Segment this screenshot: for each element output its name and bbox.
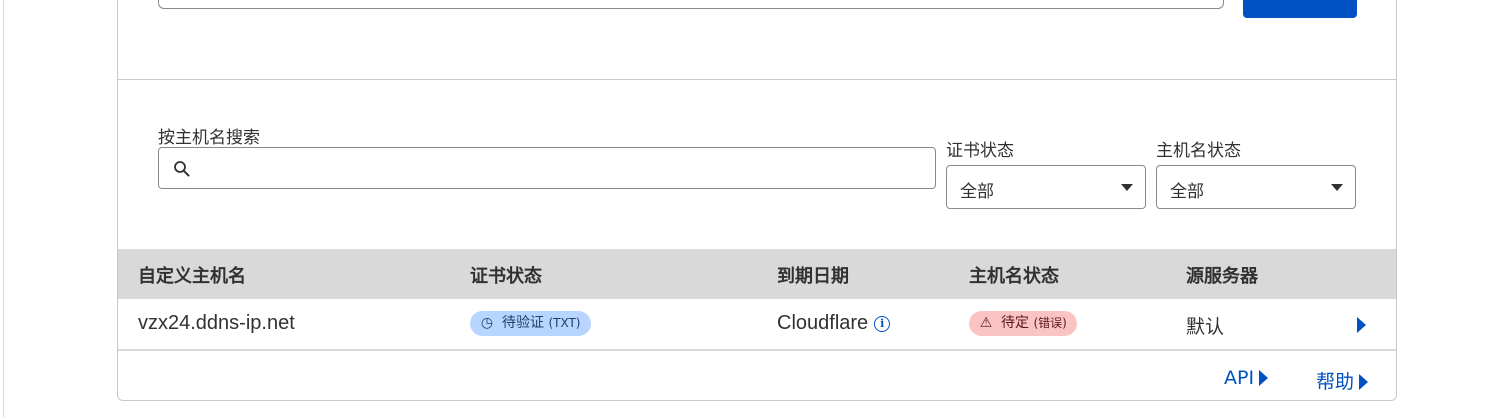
- hostname-status-filter-label: 主机名状态: [1156, 141, 1241, 161]
- hostname-status-detail: (错误): [1033, 316, 1067, 330]
- hostname-status-text: 待定: [1001, 315, 1029, 331]
- chevron-right-icon: [1359, 374, 1369, 390]
- cert-status-badge: ◷ 待验证 (TXT): [470, 311, 591, 336]
- search-icon: [174, 161, 190, 177]
- cert-status-detail: (TXT): [548, 316, 581, 330]
- custom-hostnames-card: 添加 按主机名搜索 证书状态 全部 主机名状态 全部 自定义主机名 证书状态 到…: [117, 0, 1397, 401]
- search-field[interactable]: [158, 147, 936, 189]
- api-link-label: API: [1224, 367, 1255, 389]
- cert-status-select[interactable]: 全部: [946, 165, 1146, 209]
- expand-row-chevron-icon[interactable]: [1357, 317, 1366, 333]
- search-input[interactable]: [199, 154, 919, 182]
- help-link-label: 帮助: [1316, 371, 1355, 393]
- add-button[interactable]: 添加: [1243, 0, 1357, 18]
- cert-status-text: 待验证: [502, 315, 544, 331]
- info-icon[interactable]: i: [874, 316, 891, 332]
- cert-status-filter-label: 证书状态: [946, 141, 1014, 161]
- column-header-hostname[interactable]: 自定义主机名: [138, 262, 246, 288]
- column-header-expiry[interactable]: 到期日期: [777, 262, 849, 288]
- column-header-origin[interactable]: 源服务器: [1186, 262, 1258, 288]
- hostname-status-select-value: 全部: [1170, 182, 1204, 202]
- search-label: 按主机名搜索: [158, 128, 260, 148]
- api-link[interactable]: API: [1224, 367, 1269, 389]
- column-header-cert-status[interactable]: 证书状态: [470, 262, 542, 288]
- table-header: 自定义主机名 证书状态 到期日期 主机名状态 源服务器: [118, 249, 1396, 299]
- add-hostname-input[interactable]: [158, 0, 1224, 9]
- warning-icon: ⚠: [979, 315, 993, 331]
- column-header-hostname-status[interactable]: 主机名状态: [969, 262, 1059, 288]
- help-link[interactable]: 帮助: [1316, 367, 1369, 394]
- chevron-right-icon: [1259, 370, 1269, 386]
- clock-icon: ◷: [480, 315, 494, 331]
- hostname-cell: vzx24.ddns-ip.net: [138, 312, 295, 334]
- hostname-status-badge: ⚠ 待定 (错误): [969, 311, 1077, 336]
- hostname-status-select[interactable]: 全部: [1156, 165, 1356, 209]
- origin-cell: 默认: [1186, 316, 1225, 338]
- divider: [118, 79, 1396, 80]
- table-row[interactable]: vzx24.ddns-ip.net ◷ 待验证 (TXT) Cloudflare i…: [118, 299, 1396, 351]
- chevron-down-icon: [1331, 184, 1343, 191]
- expiry-text: Cloudflare: [777, 312, 869, 334]
- page-left-border: [3, 0, 4, 417]
- chevron-down-icon: [1121, 184, 1133, 191]
- cert-status-select-value: 全部: [960, 182, 994, 202]
- expiry-cell: Cloudflare i: [777, 312, 891, 335]
